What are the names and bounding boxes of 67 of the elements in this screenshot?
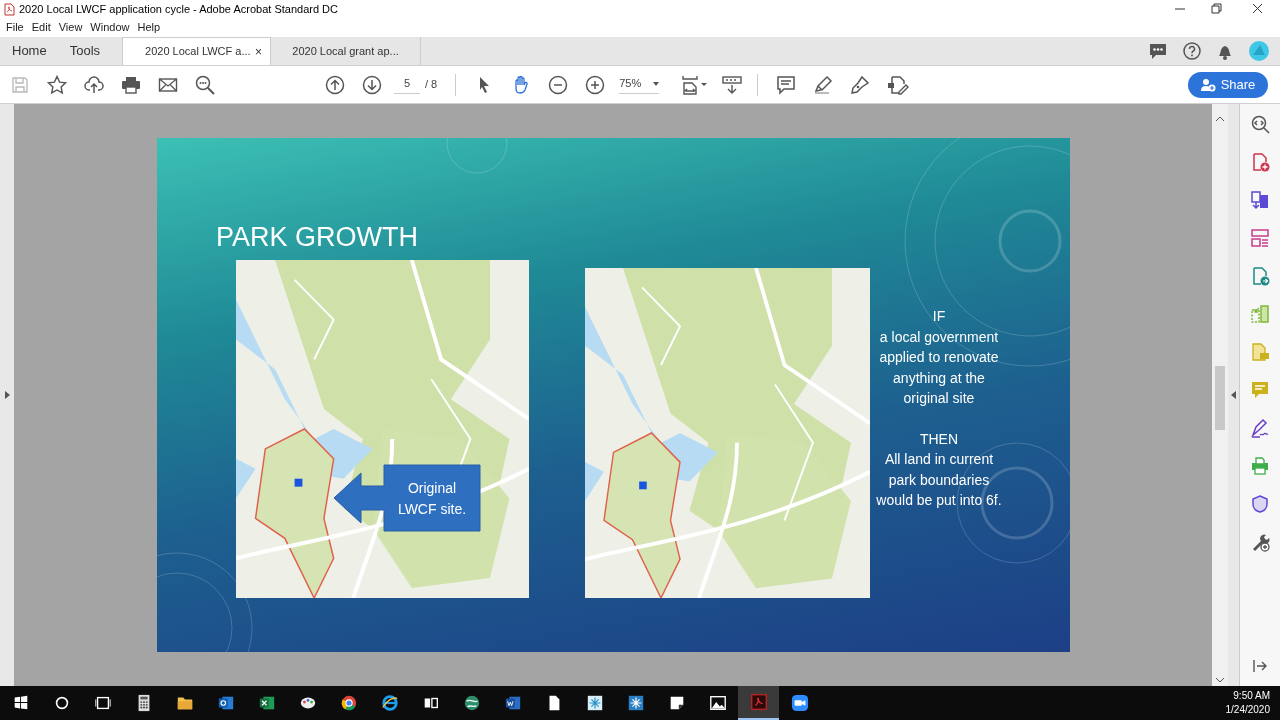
menu-item[interactable]: Help (133, 19, 165, 36)
mail-app-icon[interactable] (216, 694, 235, 712)
snowflake-tile-icon[interactable] (585, 694, 604, 712)
send-pdf-icon[interactable] (1250, 266, 1270, 286)
clock-time[interactable]: 9:50 AM (1233, 689, 1270, 703)
next-page-icon[interactable] (362, 74, 382, 95)
comment-icon[interactable] (776, 74, 797, 95)
scroll-up-icon[interactable] (1216, 116, 1224, 121)
callout-text: Original LWCF site. (396, 479, 468, 519)
caret-icon (653, 81, 660, 86)
zoom-dropdown[interactable]: 75% (619, 75, 660, 94)
menu-item[interactable]: File (2, 19, 28, 36)
snowflake-grid-icon[interactable] (626, 694, 645, 712)
star-icon[interactable] (47, 74, 67, 95)
web-browser-e-icon[interactable] (380, 694, 399, 712)
scrollbar-thumb[interactable] (1215, 366, 1225, 430)
nav-tab[interactable]: Home (0, 41, 58, 61)
scroll-down-icon[interactable] (1216, 678, 1224, 683)
cloud-upload-icon[interactable] (84, 74, 104, 95)
shield-icon[interactable] (1250, 494, 1270, 514)
organize-pages-icon[interactable] (1250, 228, 1270, 248)
pen-nib-icon[interactable] (850, 74, 871, 95)
spreadsheet-app-icon[interactable] (257, 694, 276, 712)
scroll-mode-icon[interactable] (722, 74, 743, 95)
zoom-out-icon[interactable] (548, 74, 569, 95)
create-pdf-icon[interactable] (1250, 152, 1270, 172)
panel-collapse-icon[interactable] (1252, 658, 1268, 674)
note-text: All land in current park boundaries would be put into 6f. (875, 450, 1003, 510)
print-icon[interactable] (121, 74, 141, 95)
note-text: a local government applied to renovate anything at the original site (878, 327, 1000, 408)
menu-item[interactable]: Edit (27, 19, 55, 36)
ring-decoration (446, 138, 508, 174)
expand-left-panel-icon[interactable] (4, 391, 10, 399)
help-icon[interactable] (1182, 41, 1202, 61)
note-heading: THEN (919, 429, 959, 449)
page-count: / 8 (425, 77, 438, 93)
highlighter-icon[interactable] (813, 74, 834, 95)
browser-icon[interactable] (339, 694, 358, 712)
window-title: 2020 Local LWCF application cycle - Adobe Acrobat Standard DC (19, 1, 338, 17)
nav-tab[interactable]: Tools (57, 41, 113, 61)
close-tab-button[interactable]: × (255, 42, 263, 61)
fit-page-icon[interactable] (681, 73, 708, 96)
zoom-in-icon[interactable] (585, 74, 606, 95)
document-app-icon[interactable] (503, 694, 522, 712)
clock-date[interactable]: 1/24/2020 (1225, 703, 1270, 717)
add-user-icon (1200, 77, 1216, 92)
globe-app-icon[interactable] (462, 694, 481, 712)
page-number-field[interactable]: 5 (394, 75, 420, 94)
previous-page-icon[interactable] (325, 74, 345, 95)
export-pdf-icon[interactable] (1250, 190, 1270, 210)
edit-document-icon[interactable] (887, 74, 910, 95)
pdf-app-icon[interactable] (749, 693, 768, 711)
signature-icon[interactable] (1250, 418, 1270, 438)
collapse-right-panel-icon[interactable] (1231, 391, 1236, 399)
document-tab[interactable]: 2020 Local LWCF a... × (122, 37, 272, 65)
photos-icon[interactable] (708, 694, 727, 712)
print-production-icon[interactable] (1250, 456, 1270, 476)
task-view-icon[interactable] (93, 694, 112, 712)
slide-title: PARK GROWTH (216, 224, 418, 251)
note-heading: IF (932, 307, 946, 326)
menu-item[interactable]: View (54, 19, 87, 36)
share-button[interactable]: Share (1188, 71, 1268, 98)
zoom-tool-icon[interactable] (1250, 114, 1270, 134)
search-icon[interactable] (195, 74, 215, 95)
chat-icon[interactable] (1148, 42, 1168, 60)
menu-item[interactable]: Window (86, 19, 134, 36)
video-camera-icon[interactable] (790, 694, 809, 712)
